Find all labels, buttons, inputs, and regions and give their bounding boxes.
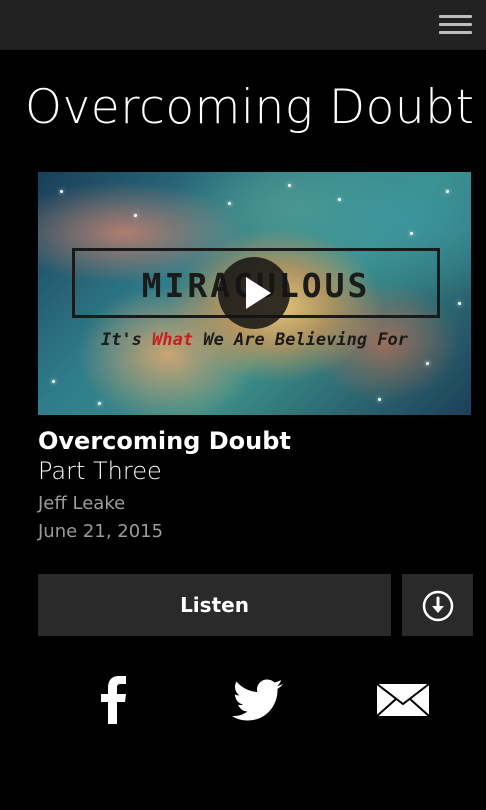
episode-date: June 21, 2015 — [38, 521, 164, 542]
artwork-subtitle: It's What We Are Believing For — [100, 330, 409, 350]
listen-button[interactable]: Listen — [38, 574, 391, 636]
email-icon — [376, 683, 430, 717]
download-button[interactable] — [402, 574, 473, 636]
email-share-button[interactable] — [372, 672, 432, 728]
twitter-share-button[interactable] — [226, 672, 286, 728]
hamburger-menu-icon[interactable] — [439, 12, 472, 38]
download-icon — [422, 590, 454, 622]
facebook-icon — [101, 676, 126, 724]
listen-button-label: Listen — [180, 593, 249, 617]
top-app-bar — [0, 0, 486, 50]
play-icon — [246, 277, 271, 309]
episode-subtitle: Part Three — [38, 457, 162, 485]
facebook-share-button[interactable] — [84, 672, 144, 728]
episode-speaker: Jeff Leake — [38, 493, 126, 514]
twitter-icon — [232, 679, 283, 721]
episode-title: Overcoming Doubt — [38, 427, 291, 455]
sermon-artwork[interactable]: MIRACULOUS It's What We Are Believing Fo… — [38, 172, 471, 415]
play-button[interactable] — [218, 257, 290, 329]
page-title: Overcoming Doubt — [25, 80, 475, 135]
